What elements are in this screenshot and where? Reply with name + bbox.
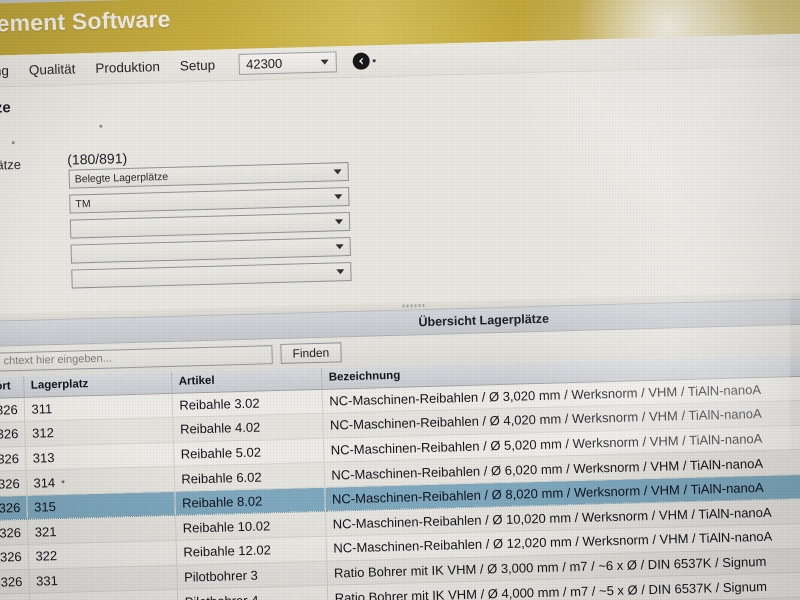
menu-item-qualitaet[interactable]: Qualität: [29, 61, 76, 77]
search-input[interactable]: chtext hier eingeben...: [0, 344, 273, 372]
page-title: ze: [0, 99, 11, 117]
cell-lagerort: 326: [0, 495, 27, 521]
tab-uebersicht-lagerplaetze[interactable]: Übersicht Lagerplätze: [418, 312, 549, 330]
filter-dropdown-4[interactable]: [70, 237, 351, 264]
menu-item-ng[interactable]: ng: [0, 63, 9, 78]
filter-list: Belegte Lagerplätze TM: [68, 162, 352, 295]
back-arrow-icon: [352, 52, 371, 70]
decorative-dot-a: [99, 124, 103, 128]
cell-lagerort: 326: [0, 470, 27, 497]
chevron-down-icon: [334, 194, 343, 200]
cell-lagerort: 326: [0, 569, 29, 595]
chevron-down-icon: [334, 219, 344, 225]
filter-dropdown-3[interactable]: [69, 212, 351, 239]
application-window: ement Software ng Qualität Produktion Se…: [0, 0, 800, 600]
cell-lagerort: 326: [0, 446, 26, 472]
chevron-down-icon: [333, 169, 342, 175]
filter-dropdown-2-value: TM: [75, 197, 91, 210]
cell-lagerort: 326: [0, 519, 28, 546]
screen-photo: ement Software ng Qualität Produktion Se…: [0, 0, 800, 600]
row-marker-icon: *: [61, 478, 66, 490]
filter-dropdown-5[interactable]: [71, 262, 352, 289]
search-placeholder: chtext hier eingeben...: [3, 352, 113, 368]
filter-panel: ze ätze (180/891) Belegte Lagerplätze TM: [0, 64, 800, 314]
cell-lagerort: 326: [0, 421, 25, 448]
find-button[interactable]: Finden: [280, 342, 342, 364]
records-count: (180/891): [67, 150, 128, 168]
records-label: ätze: [0, 156, 22, 173]
cell-lagerort: 326: [0, 593, 30, 600]
splitter-grip-icon: [402, 304, 425, 308]
lagerplaetze-table: ort Lagerplatz Artikel Bezeichnung 326 31…: [0, 353, 800, 600]
chevron-down-icon: [321, 59, 330, 65]
menu-item-produktion[interactable]: Produktion: [95, 59, 160, 76]
back-dropdown-dot[interactable]: [373, 59, 377, 63]
menu-item-setup[interactable]: Setup: [180, 58, 216, 74]
table-body: 326 311 Reibahle 3.02 NC-Maschinen-Reibahle…: [0, 374, 800, 600]
back-button[interactable]: [352, 52, 377, 70]
column-header-lagerort[interactable]: ort: [0, 375, 24, 398]
chevron-down-icon: [336, 269, 345, 275]
filter-dropdown-2[interactable]: TM: [69, 187, 350, 214]
decorative-dot-b: [11, 141, 15, 145]
chevron-down-icon: [335, 244, 344, 250]
client-number-value: 42300: [245, 55, 283, 72]
client-number-combobox[interactable]: 42300: [238, 51, 338, 75]
cell-lagerort: 326: [0, 544, 29, 570]
cell-lagerort: 326: [0, 396, 25, 423]
app-title: ement Software: [0, 5, 171, 37]
filter-dropdown-1-value: Belegte Lagerplätze: [74, 170, 169, 185]
